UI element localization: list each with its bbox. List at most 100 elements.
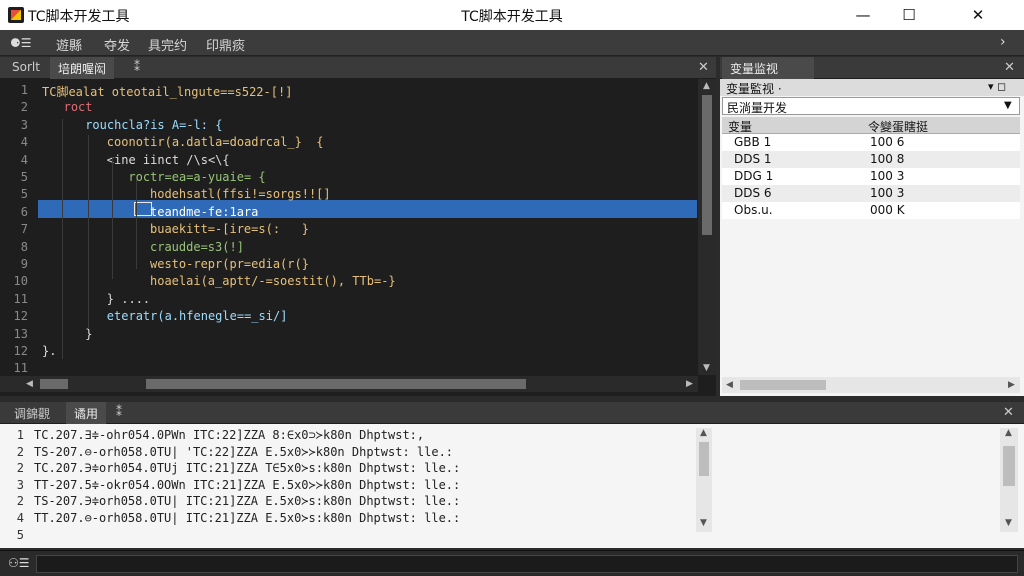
variable-row[interactable]: DDG 1 100 3 — [722, 168, 1020, 185]
log-tab-menu-icon[interactable]: ⁑ — [116, 405, 122, 419]
variable-row[interactable]: DDS 1 100 8 — [722, 151, 1020, 168]
log-line-number: 3 — [16, 477, 24, 492]
code-editor[interactable]: 1234455678910111213121121 TC脚ealat oteot… — [0, 79, 716, 396]
code-line[interactable]: craudde=s3(!] — [150, 240, 244, 254]
title-bar: TC脚本开发工具 TC脚本开发工具 — ☐ ✕ — [0, 0, 1024, 30]
log-vscroll-thumb[interactable] — [699, 442, 709, 476]
scroll-up-icon[interactable]: ▲ — [700, 428, 707, 438]
code-line[interactable]: roct — [64, 100, 93, 114]
code-line[interactable]: roctr=ea=a-yuaie= { — [128, 170, 265, 184]
variable-select[interactable]: 民淌量开发 ▼ — [722, 97, 1020, 115]
code-line[interactable]: hodehsatl(ffsi!=sorgs!![] — [150, 187, 331, 201]
minimize-button[interactable]: — — [840, 0, 886, 30]
menu-bar: ⚈☰ 遊縣 夺发 具完约 印鼎痰 › — [0, 30, 1024, 56]
log-line-number: 1 — [16, 428, 24, 442]
chevron-down-icon[interactable]: ▼ — [1004, 100, 1012, 111]
variable-table-body: GBB 1 100 6 DDS 1 100 8 DDG 1 100 3 DDS 6 100 3… — [720, 134, 1024, 224]
log-line-number: 2 — [16, 444, 24, 459]
code-line[interactable]: } .... — [107, 292, 150, 306]
column-header-variable[interactable]: 变量 — [728, 118, 752, 135]
scroll-down-icon[interactable]: ▼ — [1005, 518, 1012, 528]
close-button[interactable]: ✕ — [932, 0, 1024, 30]
variable-name: Obs.u. — [734, 203, 773, 217]
indent-guide — [112, 157, 113, 279]
menu-item-1[interactable]: 遊縣 — [56, 35, 82, 54]
column-header-value[interactable]: 令變蛋瞎挺 — [868, 118, 928, 135]
log-close-icon[interactable]: ✕ — [1003, 405, 1014, 420]
variable-row[interactable]: Obs.u. 000 K — [722, 202, 1020, 219]
log-line: TS-207.∋≑orh058.0TU| ITC:21]ZZA E.5x0≻s:… — [34, 494, 461, 509]
log-lines: 1 2 2 3 2 4 5 TC.207.∃≑-ohr054.0PWn ITC:22]ZZA … — [0, 424, 696, 548]
variable-panel: 变量監视 · ▾ ◻ 民淌量开发 ▼ 变量 令變蛋瞎挺 GBB 1 100 6 DD… — [720, 79, 1024, 396]
code-area[interactable]: TC脚ealat oteotail_lngute==s522-[!] roct ro… — [0, 79, 697, 375]
variable-tab-strip: 变量监视 ✕ — [720, 57, 1024, 79]
code-line[interactable]: buaekitt=-[ire=s(: } — [150, 222, 309, 236]
scroll-left-icon[interactable]: ◀ — [726, 380, 733, 390]
variable-hscrollbar[interactable]: ◀ ▶ — [722, 377, 1020, 393]
scroll-right-icon[interactable]: ▶ — [686, 379, 693, 389]
scroll-up-icon[interactable]: ▲ — [1005, 428, 1012, 438]
editor-vscrollbar[interactable]: ▲ ▼ — [698, 79, 716, 375]
tab-main-file[interactable]: 培朗喔闳 — [50, 57, 115, 79]
editor-hscroll-thumb[interactable] — [146, 379, 526, 389]
variable-value: 000 K — [870, 203, 905, 217]
editor-close-icon[interactable]: ✕ — [698, 60, 709, 75]
variable-name: GBB 1 — [734, 135, 772, 149]
tab-output[interactable]: 谲用 — [66, 402, 107, 424]
indent-guide — [136, 179, 137, 269]
log-line-number: 5 — [16, 527, 24, 542]
menu-toggle-icon[interactable]: ⚈☰ — [10, 36, 38, 50]
log-vscrollbar[interactable]: ▲ ▼ — [696, 428, 712, 532]
tab-menu-icon[interactable]: ⁑ — [134, 60, 140, 74]
status-bar: ⚇☰ — [0, 550, 1024, 576]
code-line[interactable]: coonotir(a.datla=doadrcal_} { — [107, 135, 324, 149]
code-line[interactable]: rouchcla?is A=-l: { — [85, 118, 222, 132]
variable-value: 100 6 — [870, 135, 905, 149]
code-line[interactable]: teandme-fe:1ara — [150, 205, 258, 219]
scroll-down-icon[interactable]: ▼ — [700, 518, 707, 528]
variable-table-header: 变量 令變蛋瞎挺 — [722, 117, 1020, 134]
scroll-up-icon[interactable]: ▲ — [703, 81, 710, 91]
variable-name: DDG 1 — [734, 169, 774, 183]
maximize-button[interactable]: ☐ — [886, 0, 932, 30]
command-input[interactable] — [36, 555, 1018, 573]
tab-variable-watch[interactable]: 变量监视 — [722, 57, 814, 79]
editor-hscrollbar[interactable]: ◀ ▶ — [0, 376, 698, 392]
log-right-scrollbar[interactable]: ▲ ▼ — [1000, 428, 1018, 532]
menu-item-4[interactable]: 印鼎痰 — [206, 35, 245, 54]
tab-script[interactable]: Sorlt — [4, 57, 48, 79]
log-right-scroll-thumb[interactable] — [1003, 446, 1015, 486]
menu-item-3[interactable]: 具完约 — [148, 35, 187, 54]
log-line-number: 2 — [16, 461, 24, 476]
variable-close-icon[interactable]: ✕ — [1004, 60, 1015, 75]
variable-row[interactable]: DDS 6 100 3 — [722, 185, 1020, 202]
variable-hscroll-thumb[interactable] — [740, 380, 826, 390]
code-line[interactable]: }. — [42, 344, 56, 358]
code-line[interactable]: hoaelai(a_aptt/-=soestit(), TTb=-} — [150, 274, 396, 288]
variable-value: 100 8 — [870, 152, 905, 166]
tab-debug[interactable]: 调錦觀 — [6, 402, 58, 424]
variable-name: DDS 1 — [734, 152, 772, 166]
log-line: TS-207.⊖-orh058.0TU| 'TC:22]ZZA E.5x0≻≻k… — [34, 444, 454, 459]
output-log[interactable]: 1 2 2 3 2 4 5 TC.207.∃≑-ohr054.0PWn ITC:22]ZZA … — [0, 424, 1024, 548]
chevron-right-icon[interactable]: › — [1000, 34, 1006, 50]
menu-item-2[interactable]: 夺发 — [104, 35, 130, 54]
code-line[interactable]: TC脚ealat oteotail_lngute==s522-[!] — [42, 83, 292, 100]
code-line[interactable]: westo-repr(pr=edia(r(} — [150, 257, 309, 271]
editor-hscroll-thumb-left[interactable] — [40, 379, 68, 389]
editor-vscroll-thumb[interactable] — [702, 95, 712, 235]
variable-row[interactable]: GBB 1 100 6 — [722, 134, 1020, 151]
indent-guide — [62, 119, 63, 359]
variable-panel-title: 变量監视 · — [726, 82, 782, 96]
variable-name: DDS 6 — [734, 186, 772, 200]
variable-select-value: 民淌量开发 — [727, 101, 788, 115]
code-line[interactable]: <ine iinct /\s<\{ — [107, 153, 230, 167]
code-line[interactable]: eteratr(a.hfenegle==_si/] — [107, 309, 288, 323]
scroll-right-icon[interactable]: ▶ — [1008, 380, 1015, 390]
scroll-down-icon[interactable]: ▼ — [703, 363, 710, 373]
editor-tab-strip: Sorlt 培朗喔闳 ⁑ ✕ — [0, 57, 716, 79]
log-line: TC.207.∃≑-ohr054.0PWn ITC:22]ZZA 8:∈x0⊃≻… — [34, 428, 425, 442]
pin-icon[interactable]: ▾ ◻ — [988, 80, 1006, 93]
console-icon[interactable]: ⚇☰ — [8, 556, 30, 570]
scroll-left-icon[interactable]: ◀ — [26, 379, 33, 389]
